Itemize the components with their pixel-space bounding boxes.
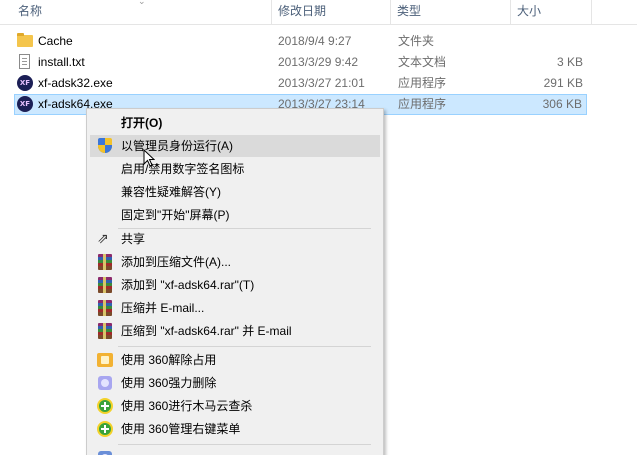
360-scan-icon: [97, 398, 113, 414]
file-row[interactable]: XF xf-adsk32.exe 2013/3/27 21:01 应用程序 29…: [14, 73, 587, 94]
menu-item-360-manage-menu[interactable]: 使用 360管理右键菜单: [90, 418, 380, 440]
file-type: 应用程序: [398, 76, 447, 90]
menu-item-add-to-rar[interactable]: 添加到 "xf-adsk64.rar"(T): [90, 274, 380, 296]
exe-icon-label: XF: [17, 75, 33, 91]
menu-item-compress-email[interactable]: 压缩并 E-mail...: [90, 297, 380, 319]
file-explorer-view: 名称 ⌄ 修改日期 类型 大小 Cache 2018/9/4 9:27 文件夹 …: [0, 0, 637, 455]
menu-item-label: 添加到压缩文件(A)...: [121, 255, 231, 269]
menu-item-run-as-admin[interactable]: 以管理员身份运行(A): [90, 135, 380, 157]
file-size: 306 KB: [542, 97, 582, 111]
sort-caret-icon: ⌄: [138, 0, 146, 6]
exe-app-icon: XF: [17, 96, 33, 112]
file-name: install.txt: [38, 55, 85, 69]
menu-item-label: 兼容性疑难解答(Y): [121, 185, 221, 199]
mouse-cursor-icon: [143, 149, 155, 167]
menu-item-share[interactable]: ⇗ 共享: [90, 228, 380, 250]
winrar-icon: [97, 300, 113, 316]
column-header-bar: 名称 ⌄ 修改日期 类型 大小: [0, 0, 637, 25]
file-name: xf-adsk32.exe: [38, 76, 113, 90]
menu-item-label: 启用/禁用数字签名图标: [121, 162, 245, 176]
share-icon: ⇗: [97, 231, 109, 247]
menu-item-360-trojan-scan[interactable]: 使用 360进行木马云查杀: [90, 395, 380, 417]
column-size-label: 大小: [517, 4, 542, 18]
menu-item-label: 压缩到 "xf-adsk64.rar" 并 E-mail: [121, 324, 292, 338]
menu-item-label: 以管理员身份运行(A): [121, 139, 233, 153]
menu-item-label: 添加到 "xf-adsk64.rar"(T): [121, 278, 255, 292]
menu-item-label: 固定到"开始"屏幕(P): [121, 208, 230, 222]
menu-item-label: 共享: [121, 232, 146, 246]
column-divider[interactable]: [591, 0, 592, 24]
winrar-icon: [97, 277, 113, 293]
menu-item-compat-troubleshoot[interactable]: 兼容性疑难解答(Y): [90, 181, 380, 203]
text-file-icon: [17, 54, 33, 70]
column-header-date[interactable]: 修改日期: [272, 0, 390, 24]
winrar-icon: [97, 254, 113, 270]
file-type: 文本文档: [398, 55, 447, 69]
360-delete-icon: [97, 375, 113, 391]
column-name-label: 名称: [18, 4, 43, 18]
winrar-icon: [97, 323, 113, 339]
context-menu: 打开(O) 以管理员身份运行(A) 启用/禁用数字签名图标 兼容性疑难解答(Y)…: [86, 108, 384, 455]
menu-separator: [118, 444, 371, 445]
menu-separator: [118, 346, 371, 347]
uac-shield-icon: [97, 138, 113, 154]
file-type: 文件夹: [398, 34, 435, 48]
menu-item-label: 使用 360解除占用: [121, 353, 217, 367]
menu-item-label: 使用 360强力删除: [121, 376, 217, 390]
menu-item-label: 使用 360管理右键菜单: [121, 422, 241, 436]
file-type: 应用程序: [398, 97, 447, 111]
file-row[interactable]: Cache 2018/9/4 9:27 文件夹: [14, 31, 587, 52]
file-date: 2013/3/29 9:42: [278, 55, 359, 69]
menu-item-cut-off[interactable]: [90, 447, 380, 455]
360-unlock-icon: [97, 352, 113, 368]
column-header-size[interactable]: 大小: [511, 0, 591, 24]
menu-item-pin-to-start[interactable]: 固定到"开始"屏幕(P): [90, 204, 380, 226]
360-menu-icon: [97, 421, 113, 437]
menu-item-toggle-signature-icon[interactable]: 启用/禁用数字签名图标: [90, 158, 380, 180]
file-size: 291 KB: [543, 76, 583, 90]
menu-item-label: 打开(O): [121, 116, 163, 130]
file-name: Cache: [38, 34, 73, 48]
menu-item-label: 压缩并 E-mail...: [121, 301, 205, 315]
exe-icon-label: XF: [17, 96, 33, 112]
file-date: 2018/9/4 9:27: [278, 34, 352, 48]
menu-item-360-force-delete[interactable]: 使用 360强力删除: [90, 372, 380, 394]
menu-item-label: 使用 360进行木马云查杀: [121, 399, 253, 413]
file-row[interactable]: install.txt 2013/3/29 9:42 文本文档 3 KB: [14, 52, 587, 73]
exe-app-icon: XF: [17, 75, 33, 91]
file-size: 3 KB: [556, 55, 583, 69]
menu-item-open[interactable]: 打开(O): [90, 112, 380, 134]
menu-item-compress-rar-email[interactable]: 压缩到 "xf-adsk64.rar" 并 E-mail: [90, 320, 380, 342]
column-type-label: 类型: [397, 4, 422, 18]
column-date-label: 修改日期: [278, 4, 327, 18]
column-header-type[interactable]: 类型: [391, 0, 510, 24]
file-date: 2013/3/27 21:01: [278, 76, 365, 90]
menu-item-360-unlock[interactable]: 使用 360解除占用: [90, 349, 380, 371]
folder-icon: [17, 33, 33, 49]
menu-item-add-to-archive[interactable]: 添加到压缩文件(A)...: [90, 251, 380, 273]
partial-icon: [97, 450, 113, 455]
